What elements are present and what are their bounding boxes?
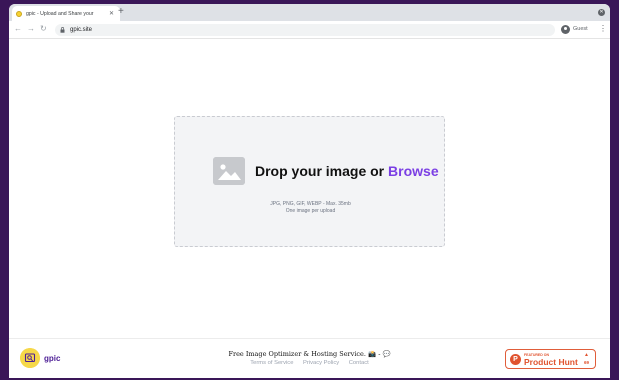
browse-link[interactable]: Browse <box>388 163 439 179</box>
browser-window: gpic - Upload and Share your ✕ + ✕ ← → ↻… <box>9 4 610 378</box>
image-placeholder-icon <box>213 157 245 185</box>
browser-toolbar: ← → ↻ gpic.site Guest ⋮ <box>9 21 610 39</box>
formats-note: JPG, PNG, GIF, WEBP - Max. 35mb <box>270 201 351 207</box>
product-hunt-icon: P <box>510 354 521 365</box>
forward-icon[interactable]: → <box>27 24 35 34</box>
url-text: gpic.site <box>70 27 93 33</box>
menu-icon[interactable]: ⋮ <box>599 24 607 34</box>
profile-label[interactable]: Guest <box>573 26 588 32</box>
footer-link-privacy[interactable]: Privacy Policy <box>303 360 339 366</box>
favicon-icon <box>16 10 22 17</box>
tab-close-icon[interactable]: ✕ <box>109 11 114 17</box>
upvote-count: 69 <box>584 360 590 365</box>
profile-icon[interactable] <box>561 25 570 34</box>
browser-tab[interactable]: gpic - Upload and Share your ✕ <box>12 6 120 21</box>
window-close-button[interactable]: ✕ <box>598 9 605 16</box>
page-footer: gpic Free Image Optimizer & Hosting Serv… <box>9 338 610 378</box>
upvote-arrow-icon: ▲ <box>584 352 589 358</box>
upload-dropzone[interactable]: Drop your image or Browse JPG, PNG, GIF,… <box>174 116 445 247</box>
headline-text: Drop your image or <box>255 163 389 179</box>
product-hunt-badge[interactable]: P FEATURED ON Product Hunt ▲ 69 <box>505 349 596 369</box>
address-bar[interactable]: gpic.site <box>55 24 555 36</box>
upload-limit-note: One image per upload <box>285 208 336 214</box>
back-icon[interactable]: ← <box>14 24 22 34</box>
new-tab-button[interactable]: + <box>118 7 124 17</box>
footer-link-contact[interactable]: Contact <box>349 360 369 366</box>
tab-strip: gpic - Upload and Share your ✕ + ✕ <box>9 4 610 21</box>
reload-icon[interactable]: ↻ <box>40 24 47 34</box>
footer-link-terms[interactable]: Terms of Service <box>250 360 293 366</box>
tab-title: gpic - Upload and Share your <box>26 10 94 17</box>
product-hunt-name: Product Hunt <box>524 357 578 367</box>
dropzone-headline: Drop your image or Browse <box>255 163 439 179</box>
lock-icon <box>60 27 65 33</box>
